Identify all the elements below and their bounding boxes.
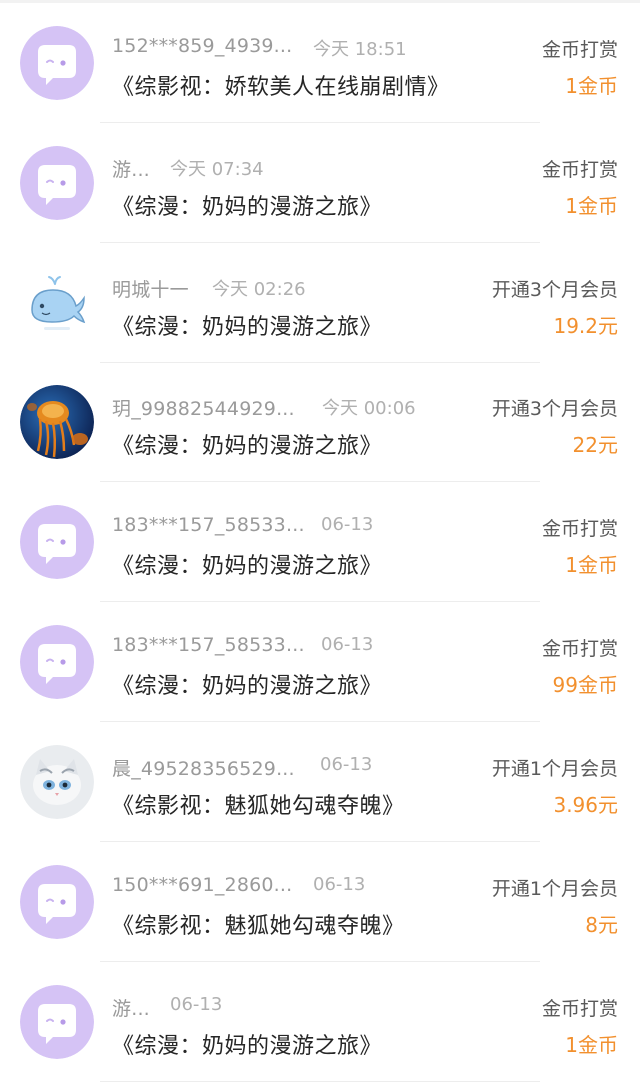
timestamp: 06-13 bbox=[321, 634, 374, 655]
reward-type: 金币打赏 bbox=[541, 998, 618, 1020]
username[interactable]: 玥_99882544929... bbox=[112, 394, 295, 421]
reward-amount: 8元 bbox=[585, 913, 618, 937]
username[interactable]: 183***157_58533... bbox=[112, 514, 305, 536]
reward-type: 金币打赏 bbox=[541, 518, 618, 540]
timestamp: 今天 18:51 bbox=[313, 39, 407, 60]
whale-icon[interactable] bbox=[20, 266, 94, 340]
timestamp: 06-13 bbox=[313, 874, 366, 895]
book-title[interactable]: 《综漫：奶妈的漫游之旅》 bbox=[112, 428, 382, 460]
reward-row[interactable]: 晨_49528356529... 06-13 《综影视：魅狐她勾魂夺魄》 开通1个月会… bbox=[0, 722, 640, 842]
reward-type: 开通3个月会员 bbox=[491, 398, 618, 420]
book-title[interactable]: 《综漫：奶妈的漫游之旅》 bbox=[112, 189, 382, 221]
book-title[interactable]: 《综影视：魅狐她勾魂夺魄》 bbox=[112, 908, 405, 940]
reward-amount: 1金币 bbox=[565, 74, 618, 98]
username[interactable]: 183***157_58533... bbox=[112, 634, 305, 656]
timestamp: 今天 02:26 bbox=[212, 279, 306, 300]
book-title[interactable]: 《综漫：奶妈的漫游之旅》 bbox=[112, 309, 382, 341]
username[interactable]: 152***859_4939... bbox=[112, 35, 292, 57]
reward-type: 开通1个月会员 bbox=[491, 878, 618, 900]
reward-row[interactable]: 游... 今天 07:34 《综漫：奶妈的漫游之旅》 金币打赏 1金币 bbox=[0, 123, 640, 243]
username[interactable]: 晨_49528356529... bbox=[112, 754, 295, 781]
book-title[interactable]: 《综影视：魅狐她勾魂夺魄》 bbox=[112, 788, 405, 820]
reward-type: 金币打赏 bbox=[541, 39, 618, 61]
book-title[interactable]: 《综漫：奶妈的漫游之旅》 bbox=[112, 548, 382, 580]
chat-bubble-icon[interactable] bbox=[20, 985, 94, 1059]
reward-row[interactable]: 152***859_4939... 今天 18:51 《综影视：娇软美人在线崩剧情》… bbox=[0, 3, 640, 123]
reward-row[interactable]: 游... 06-13 《综漫：奶妈的漫游之旅》 金币打赏 1金币 bbox=[0, 962, 640, 1082]
reward-type: 金币打赏 bbox=[541, 159, 618, 181]
book-title[interactable]: 《综漫：奶妈的漫游之旅》 bbox=[112, 668, 382, 700]
avatar[interactable] bbox=[20, 745, 94, 819]
reward-row[interactable]: 183***157_58533... 06-13 《综漫：奶妈的漫游之旅》 金币打赏 1… bbox=[0, 482, 640, 602]
book-title[interactable]: 《综漫：奶妈的漫游之旅》 bbox=[112, 1028, 382, 1060]
reward-amount: 1金币 bbox=[565, 553, 618, 577]
reward-amount: 22元 bbox=[572, 433, 618, 457]
reward-amount: 3.96元 bbox=[553, 793, 618, 817]
username[interactable]: 150***691_2860... bbox=[112, 874, 292, 896]
chat-bubble-icon[interactable] bbox=[20, 146, 94, 220]
chat-bubble-icon[interactable] bbox=[20, 505, 94, 579]
book-title[interactable]: 《综影视：娇软美人在线崩剧情》 bbox=[112, 69, 450, 101]
reward-type: 开通3个月会员 bbox=[491, 279, 618, 301]
row-divider bbox=[100, 1081, 540, 1082]
avatar[interactable] bbox=[20, 385, 94, 459]
username[interactable]: 游... bbox=[112, 155, 150, 182]
reward-type: 金币打赏 bbox=[541, 638, 618, 660]
reward-amount: 1金币 bbox=[565, 1033, 618, 1057]
chat-bubble-icon[interactable] bbox=[20, 625, 94, 699]
reward-row[interactable]: 玥_99882544929... 今天 00:06 《综漫：奶妈的漫游之旅》 开通3个… bbox=[0, 362, 640, 482]
reward-amount: 19.2元 bbox=[553, 314, 618, 338]
timestamp: 今天 07:34 bbox=[170, 159, 264, 180]
reward-row[interactable]: 明城十一 今天 02:26 《综漫：奶妈的漫游之旅》 开通3个月会员 19.2元 bbox=[0, 243, 640, 363]
reward-row[interactable]: 150***691_2860... 06-13 《综影视：魅狐她勾魂夺魄》 开通1个月… bbox=[0, 842, 640, 962]
reward-amount: 1金币 bbox=[565, 194, 618, 218]
timestamp: 今天 00:06 bbox=[322, 398, 416, 419]
username[interactable]: 明城十一 bbox=[112, 275, 189, 302]
timestamp: 06-13 bbox=[320, 754, 373, 775]
chat-bubble-icon[interactable] bbox=[20, 26, 94, 100]
username[interactable]: 游... bbox=[112, 994, 150, 1021]
timestamp: 06-13 bbox=[170, 994, 223, 1015]
chat-bubble-icon[interactable] bbox=[20, 865, 94, 939]
timestamp: 06-13 bbox=[321, 514, 374, 535]
reward-row[interactable]: 183***157_58533... 06-13 《综漫：奶妈的漫游之旅》 金币打赏 9… bbox=[0, 602, 640, 722]
reward-amount: 99金币 bbox=[552, 673, 618, 697]
reward-type: 开通1个月会员 bbox=[491, 758, 618, 780]
